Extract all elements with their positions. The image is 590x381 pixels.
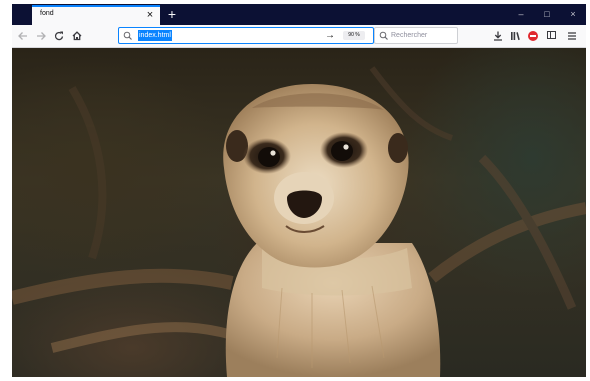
search-bar[interactable]: Rechercher: [374, 27, 458, 44]
search-icon: [379, 31, 388, 40]
arrow-left-icon: [18, 32, 27, 40]
ublock-extension-button[interactable]: [526, 28, 540, 44]
go-button[interactable]: →: [323, 28, 337, 43]
browser-window: fond × + – □ × index.html → 90 % Recherc…: [12, 4, 586, 377]
url-input[interactable]: index.html: [138, 30, 172, 41]
reload-icon: [54, 31, 64, 41]
tab-close-icon[interactable]: ×: [144, 8, 156, 22]
tab-fond[interactable]: fond ×: [32, 5, 160, 25]
sidebar-icon: [546, 31, 556, 39]
back-button[interactable]: [16, 28, 30, 44]
forward-button[interactable]: [34, 28, 48, 44]
library-button[interactable]: [508, 28, 522, 44]
home-button[interactable]: [70, 28, 84, 44]
minimize-button[interactable]: –: [508, 4, 534, 25]
home-icon: [72, 31, 82, 41]
tab-title: fond: [40, 10, 54, 17]
new-tab-button[interactable]: +: [164, 5, 180, 23]
download-button[interactable]: [491, 28, 505, 44]
library-icon: [511, 32, 520, 41]
tab-strip: fond × + – □ ×: [12, 4, 586, 25]
search-icon: [123, 31, 132, 40]
sidebar-button[interactable]: [544, 28, 558, 44]
menu-button[interactable]: [565, 28, 579, 44]
zoom-level-badge[interactable]: 90 %: [343, 31, 365, 40]
ublock-icon: [528, 31, 538, 41]
url-bar[interactable]: index.html → 90 %: [118, 27, 374, 44]
meerkat-photo: [12, 66, 586, 377]
arrow-right-icon: [37, 32, 46, 40]
reload-button[interactable]: [52, 28, 66, 44]
download-icon: [494, 31, 502, 41]
search-placeholder: Rechercher: [391, 32, 428, 39]
page-content: [12, 48, 586, 377]
close-window-button[interactable]: ×: [560, 4, 586, 25]
maximize-button[interactable]: □: [534, 4, 560, 25]
hamburger-menu-icon: [568, 32, 576, 40]
navigation-toolbar: index.html → 90 % Rechercher: [12, 25, 586, 48]
